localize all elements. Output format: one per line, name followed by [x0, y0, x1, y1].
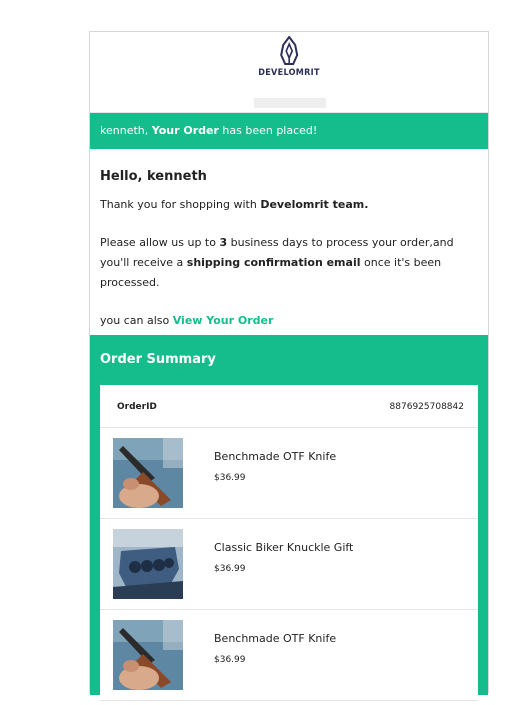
knife-photo-icon[interactable]	[113, 438, 183, 508]
order-item[interactable]: Classic Biker Knuckle Gift $36.99	[100, 519, 478, 610]
thanks-text: Thank you for shopping with Develomrit t…	[100, 195, 478, 215]
order-summary-title: Order Summary	[100, 352, 216, 367]
allow-prefix: Please allow us up to	[100, 236, 216, 249]
brand-logo: DEVELOMRIT	[258, 36, 320, 78]
item-name: Benchmade OTF Knife	[214, 632, 337, 645]
greeting-heading: Hello, kenneth	[100, 169, 207, 184]
order-summary-section: Order Summary OrderID 8876925708842 Benc…	[90, 335, 488, 705]
order-summary-card: OrderID 8876925708842 Benchmade OTF Knif…	[100, 385, 478, 705]
knife-photo-icon[interactable]	[113, 620, 183, 690]
order-item[interactable]: Benchmade OTF Knife $36.99	[100, 428, 478, 519]
processing-text: Please allow us up to 3 business days to…	[100, 233, 478, 293]
item-price: $36.99	[214, 564, 246, 574]
order-confirmation-email: DEVELOMRIT kenneth, Your Order has been …	[89, 31, 489, 705]
also-prefix: you can also	[100, 314, 170, 327]
business-days-count: 3	[219, 236, 228, 249]
item-name: Classic Biker Knuckle Gift	[214, 541, 354, 554]
email-header: DEVELOMRIT	[90, 32, 488, 113]
order-placed-banner: kenneth, Your Order has been placed!	[90, 113, 488, 149]
order-id-row: OrderID 8876925708842	[100, 385, 478, 428]
order-id-label: OrderID	[117, 402, 157, 412]
thanks-team: Develomrit team.	[260, 198, 369, 211]
item-name: Benchmade OTF Knife	[214, 450, 337, 463]
view-your-order-link[interactable]: View Your Order	[173, 314, 274, 327]
item-price: $36.99	[214, 473, 246, 483]
banner-status-text: has been placed!	[222, 124, 318, 137]
shipping-email-text: shipping confirmation email	[186, 256, 361, 269]
order-id-value: 8876925708842	[389, 402, 464, 412]
brand-logo-icon	[279, 36, 299, 65]
item-price: $36.99	[214, 655, 246, 665]
banner-your-order: Your Order	[151, 124, 219, 137]
view-order-text: you can also View Your Order	[100, 311, 478, 331]
greeting-section: Hello, kenneth Thank you for shopping wi…	[90, 149, 488, 331]
banner-customer-name: kenneth,	[100, 124, 149, 137]
header-placeholder-bar	[254, 98, 326, 108]
order-item[interactable]: Benchmade OTF Knife $36.99	[100, 610, 478, 701]
brand-name: DEVELOMRIT	[258, 68, 320, 78]
thanks-prefix: Thank you for shopping with	[100, 198, 257, 211]
knuckle-photo-icon[interactable]	[113, 529, 183, 599]
